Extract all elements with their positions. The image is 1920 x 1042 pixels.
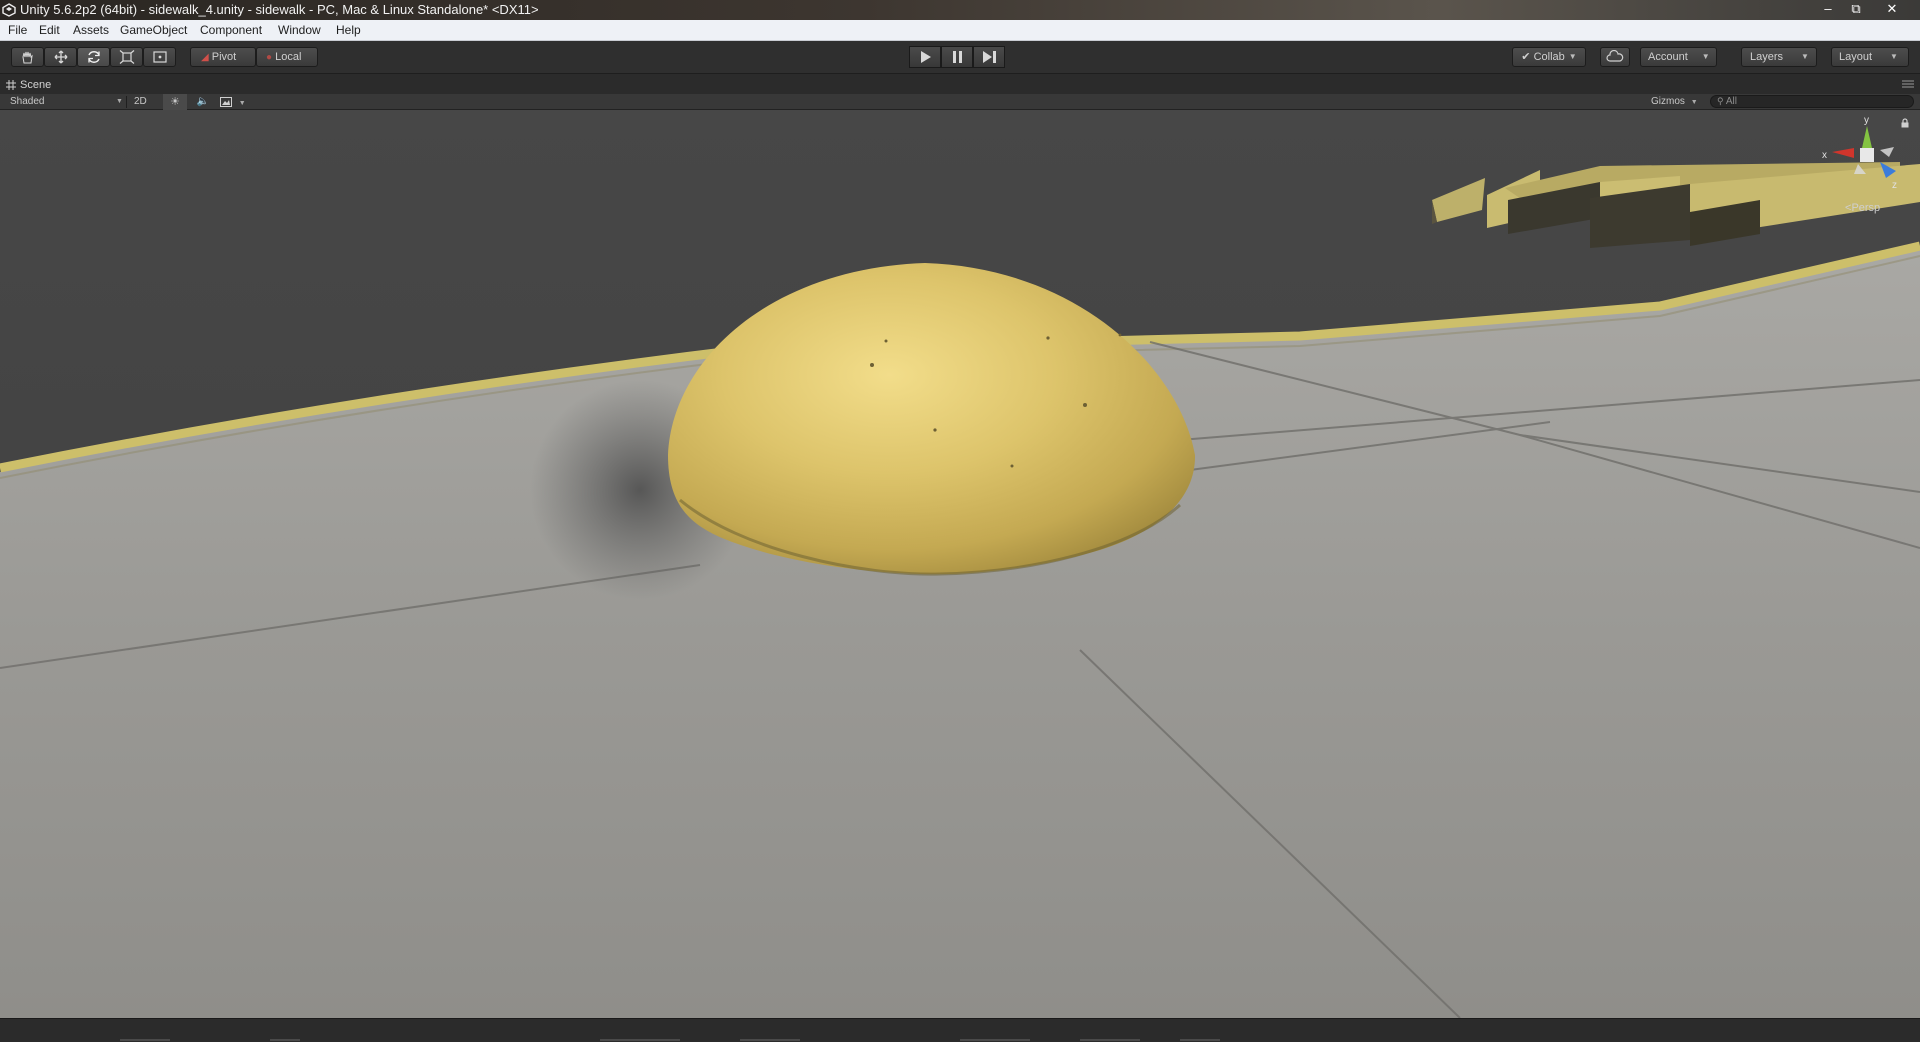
chevron-down-icon: ▼ xyxy=(1568,52,1577,61)
menu-gameobject[interactable]: GameObject xyxy=(120,23,187,37)
layout-dropdown[interactable]: Layout ▼ xyxy=(1831,47,1909,67)
layers-label: Layers xyxy=(1750,51,1784,63)
rect-tool-button[interactable] xyxy=(143,47,176,67)
local-label: Local xyxy=(275,51,302,63)
collab-dropdown[interactable]: ✔ Collab ▼ xyxy=(1512,47,1586,67)
scene-grid-icon xyxy=(6,80,16,90)
menu-window[interactable]: Window xyxy=(278,23,321,37)
tab-scene[interactable]: Scene xyxy=(4,76,51,94)
layers-dropdown[interactable]: Layers ▼ xyxy=(1741,47,1817,67)
toolbar-divider xyxy=(126,96,127,108)
mode-2d-label: 2D xyxy=(134,96,147,107)
scale-tool-icon xyxy=(119,50,135,64)
x-axis-cone[interactable] xyxy=(1832,148,1854,158)
window-titlebar[interactable]: Unity 5.6.2p2 (64bit) - sidewalk_4.unity… xyxy=(0,0,1920,20)
scale-tool-button[interactable] xyxy=(110,47,143,67)
pivot-label: Pivot xyxy=(211,51,237,63)
z-axis-cone[interactable] xyxy=(1880,162,1896,178)
step-icon xyxy=(983,51,996,63)
collab-label: Collab xyxy=(1533,51,1565,63)
hand-tool-button[interactable] xyxy=(11,47,44,67)
scene-tab-label: Scene xyxy=(20,79,52,91)
move-tool-button[interactable] xyxy=(44,47,77,67)
minimize-button[interactable]: – xyxy=(1814,0,1842,18)
account-dropdown[interactable]: Account ▼ xyxy=(1640,47,1717,67)
rotate-tool-icon xyxy=(88,51,100,63)
gizmos-dropdown[interactable]: Gizmos ▼ xyxy=(1651,94,1705,110)
scene-control-bar: Shaded ▼ 2D ☀ 🔈 ▼ Gizmos ▼ ⚲ All xyxy=(0,94,1920,110)
maximize-button[interactable]: ⧉ xyxy=(1842,0,1870,18)
chevron-down-icon: ▼ xyxy=(238,100,246,107)
status-bar xyxy=(0,1018,1920,1042)
search-placeholder: All xyxy=(1725,96,1737,107)
play-button[interactable] xyxy=(909,46,941,68)
orientation-gizmo[interactable]: y x z xyxy=(1820,116,1910,206)
window-title: Unity 5.6.2p2 (64bit) - sidewalk_4.unity… xyxy=(20,2,539,17)
projection-toggle[interactable]: <Persp xyxy=(1845,202,1880,214)
chevron-down-icon: ▼ xyxy=(1801,52,1809,61)
menu-help[interactable]: Help xyxy=(336,23,361,37)
shading-mode-dropdown[interactable]: Shaded ▼ xyxy=(10,94,124,110)
menu-component[interactable]: Component xyxy=(200,23,262,37)
lighting-toggle[interactable]: ☀ xyxy=(163,94,187,110)
panel-menu-icon[interactable] xyxy=(1902,80,1914,88)
account-label: Account xyxy=(1648,51,1688,63)
sun-icon: ☀ xyxy=(170,96,180,108)
local-toggle[interactable]: ● Local xyxy=(256,47,318,67)
step-button[interactable] xyxy=(973,46,1005,68)
unity-logo-icon xyxy=(2,3,16,17)
audio-toggle[interactable]: 🔈 xyxy=(194,94,212,110)
axis-label-z: z xyxy=(1892,180,1897,191)
chevron-down-icon: ▼ xyxy=(1890,52,1898,61)
gizmo-center-cube[interactable] xyxy=(1860,148,1874,162)
chevron-down-icon: ▼ xyxy=(1701,52,1710,61)
hierarchy-search-input[interactable]: ⚲ All xyxy=(1710,95,1914,108)
gizmos-label: Gizmos xyxy=(1651,96,1685,107)
scene-viewport[interactable]: y x z <Persp xyxy=(0,110,1920,1018)
lock-icon[interactable] xyxy=(1900,118,1910,128)
chevron-down-icon: ▼ xyxy=(1690,99,1698,106)
image-icon xyxy=(220,97,232,107)
local-icon: ● xyxy=(266,52,273,63)
menu-file[interactable]: File xyxy=(8,23,27,37)
rotate-tool-button[interactable] xyxy=(77,47,110,67)
play-icon xyxy=(921,51,931,63)
axis-label-x: x xyxy=(1822,150,1827,161)
speaker-icon: 🔈 xyxy=(196,96,210,107)
rect-tool-icon xyxy=(153,51,167,63)
check-icon: ✔ xyxy=(1521,51,1531,63)
pause-icon xyxy=(953,51,962,63)
pivot-icon: ◢ xyxy=(201,52,209,63)
menu-edit[interactable]: Edit xyxy=(39,23,60,37)
shading-mode-label: Shaded xyxy=(10,96,45,107)
move-tool-icon xyxy=(54,50,68,64)
cloud-icon xyxy=(1606,49,1624,62)
hand-tool-icon xyxy=(22,51,33,64)
axis-label-y: y xyxy=(1864,116,1869,126)
scene-render xyxy=(0,110,1920,1018)
menu-assets[interactable]: Assets xyxy=(73,23,109,37)
y-axis-cone[interactable] xyxy=(1862,126,1872,148)
pivot-toggle[interactable]: ◢ Pivot xyxy=(190,47,256,67)
chevron-down-icon: ▼ xyxy=(116,98,123,105)
search-icon: ⚲ xyxy=(1717,96,1724,106)
main-toolbar: ◢ Pivot ● Local ✔ Collab ▼ Account ▼ Layer… xyxy=(0,41,1920,74)
mode-2d-toggle[interactable]: 2D xyxy=(134,94,156,110)
scene-tab-strip: Scene xyxy=(0,74,1920,94)
pause-button[interactable] xyxy=(941,46,973,68)
layout-label: Layout xyxy=(1839,51,1873,63)
close-button[interactable]: ✕ xyxy=(1878,0,1906,18)
projection-label: Persp xyxy=(1851,202,1881,214)
menu-bar: File Edit Assets GameObject Component Wi… xyxy=(0,20,1920,41)
cloud-button[interactable] xyxy=(1600,47,1630,67)
effects-dropdown[interactable]: ▼ xyxy=(220,94,250,110)
